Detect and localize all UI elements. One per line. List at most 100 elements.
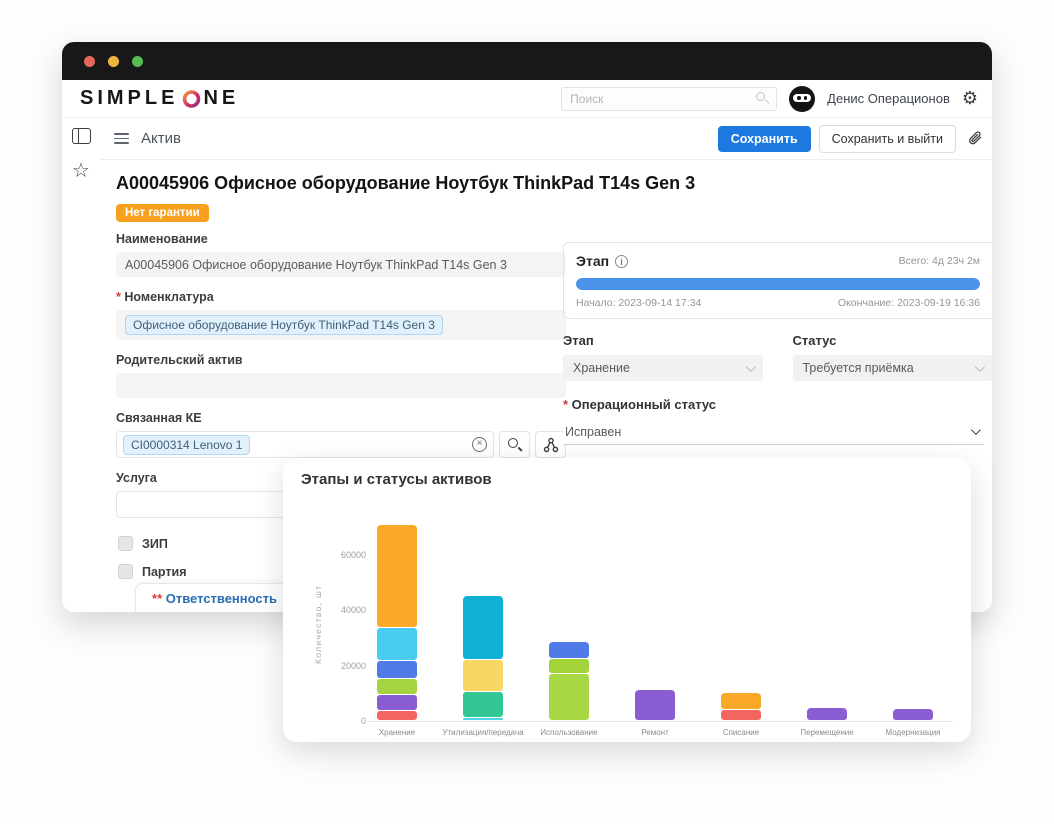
bar-segment[interactable] [635, 690, 675, 720]
field-stage-label: Этап [563, 333, 763, 348]
bar-segment[interactable] [463, 692, 503, 717]
bar-segment[interactable] [549, 659, 589, 673]
bar-segment[interactable] [463, 660, 503, 691]
bar-segment[interactable] [549, 642, 589, 658]
search-input[interactable] [561, 87, 777, 111]
chart-y-axis-label: Количество, шт [313, 585, 323, 664]
field-operational-status-label: Операционный статус [563, 397, 984, 412]
bar-segment[interactable] [377, 628, 417, 660]
stacked-bar[interactable]: Использование [549, 642, 589, 721]
global-search [561, 87, 777, 111]
bar-segment[interactable] [721, 693, 761, 709]
chevron-down-icon [971, 425, 981, 435]
hierarchy-button[interactable] [535, 431, 566, 458]
field-nomenclature: Номенклатура Офисное оборудование Ноутбу… [116, 290, 566, 340]
nomenclature-chip[interactable]: Офисное оборудование Ноутбук ThinkPad T1… [125, 315, 443, 335]
module-title: Актив [141, 130, 181, 147]
chart-bars: Хранение Утилизация/передача Использование… [375, 499, 935, 721]
stage-select[interactable]: Хранение [563, 355, 763, 381]
stage-end: Окончание: 2023-09-19 16:36 [838, 297, 980, 309]
simpleone-logo[interactable]: SIMPLE NE [80, 87, 239, 110]
field-stage: Этап Хранение [563, 333, 763, 381]
x-axis-label: Модернизация [886, 728, 941, 737]
status-select[interactable]: Требуется приёмка [793, 355, 993, 381]
field-name-label: Наименование [116, 232, 566, 246]
clear-icon[interactable]: × [472, 437, 487, 452]
bar-segment[interactable] [377, 525, 417, 627]
field-operational-status: Операционный статус Исправен [563, 397, 992, 445]
traffic-light-close[interactable] [84, 56, 95, 67]
x-axis-label: Перемещение [800, 728, 853, 737]
bar-segment[interactable] [549, 674, 589, 720]
chart-card: Этапы и статусы активов Количество, шт Х… [283, 458, 971, 742]
sidebar-toggle-icon[interactable] [72, 128, 91, 144]
tab-responsibility-label: Ответственность [157, 591, 277, 606]
logo-text-prefix: SIMPLE [80, 87, 178, 110]
bar-segment[interactable] [721, 710, 761, 720]
stage-card-title: Этап [576, 253, 609, 269]
save-exit-button[interactable]: Сохранить и выйти [819, 125, 956, 153]
chevron-down-icon [975, 362, 985, 372]
y-tick-label: 0 [361, 716, 366, 726]
save-button[interactable]: Сохранить [718, 126, 811, 152]
chevron-down-icon [745, 362, 755, 372]
x-axis-label: Утилизация/передача [442, 728, 523, 737]
stage-progress-bar [576, 278, 980, 290]
stacked-bar[interactable]: Хранение [377, 525, 417, 721]
bar-segment[interactable] [893, 709, 933, 720]
bar-segment[interactable] [377, 679, 417, 693]
bar-segment[interactable] [377, 711, 417, 720]
user-name[interactable]: Денис Операционов [827, 91, 950, 106]
field-name-value: A00045906 Офисное оборудование Ноутбук T… [116, 252, 566, 277]
status-select-value: Требуется приёмка [803, 361, 914, 375]
paperclip-icon[interactable] [966, 130, 984, 148]
operational-status-select[interactable]: Исправен [563, 419, 984, 445]
chart-baseline [367, 721, 953, 722]
gear-icon[interactable]: ⚙ [962, 90, 978, 108]
stage-total: Всего: 4д 23ч 2м [899, 255, 980, 267]
favorite-star-icon[interactable]: ☆ [72, 160, 90, 180]
page-title: A00045906 Офисное оборудование Ноутбук T… [100, 160, 992, 196]
lookup-button[interactable] [499, 431, 530, 458]
hamburger-menu-icon[interactable] [114, 133, 129, 144]
window-titlebar [62, 42, 992, 80]
bar-segment[interactable] [377, 695, 417, 711]
stacked-bar[interactable]: Списание [721, 693, 761, 721]
field-status-label: Статус [793, 333, 993, 348]
x-axis-label: Списание [723, 728, 759, 737]
y-tick-label: 20000 [341, 661, 366, 671]
stage-select-value: Хранение [573, 361, 630, 375]
related-ci-input[interactable]: CI0000314 Lenovo 1 × [116, 431, 494, 458]
stacked-bar[interactable]: Модернизация [893, 709, 933, 721]
related-ci-chip[interactable]: CI0000314 Lenovo 1 [123, 435, 250, 455]
batch-checkbox[interactable] [118, 564, 133, 579]
zip-checkbox[interactable] [118, 536, 133, 551]
y-tick-label: 40000 [341, 605, 366, 615]
stage-start: Начало: 2023-09-14 17:34 [576, 297, 701, 309]
traffic-light-minimize[interactable] [108, 56, 119, 67]
bar-segment[interactable] [463, 596, 503, 659]
field-related-ci-label: Связанная КЕ [116, 411, 566, 425]
info-icon[interactable]: i [615, 255, 628, 268]
avatar[interactable] [789, 86, 815, 112]
stacked-bar[interactable]: Ремонт [635, 690, 675, 721]
stage-panel: Этап i Всего: 4д 23ч 2м Начало: 2023-09-… [563, 242, 992, 445]
field-nomenclature-label: Номенклатура [116, 290, 566, 304]
logo-text-suffix: NE [203, 87, 239, 110]
bar-segment[interactable] [463, 718, 503, 720]
record-toolbar: Актив Сохранить Сохранить и выйти [100, 118, 992, 160]
logo-ring-icon [181, 88, 202, 109]
bar-segment[interactable] [807, 708, 847, 720]
traffic-light-zoom[interactable] [132, 56, 143, 67]
stacked-bar[interactable]: Утилизация/передача [463, 596, 503, 721]
zip-checkbox-label: ЗИП [142, 537, 168, 551]
x-axis-label: Ремонт [641, 728, 668, 737]
bar-segment[interactable] [377, 661, 417, 678]
stacked-bar[interactable]: Перемещение [807, 708, 847, 721]
field-parent-asset: Родительский актив [116, 353, 566, 398]
field-status: Статус Требуется приёмка [793, 333, 993, 381]
left-rail: ☆ [62, 118, 100, 612]
field-name: Наименование A00045906 Офисное оборудова… [116, 232, 566, 277]
x-axis-label: Использование [540, 728, 597, 737]
tab-responsibility[interactable]: Ответственность [135, 583, 294, 612]
